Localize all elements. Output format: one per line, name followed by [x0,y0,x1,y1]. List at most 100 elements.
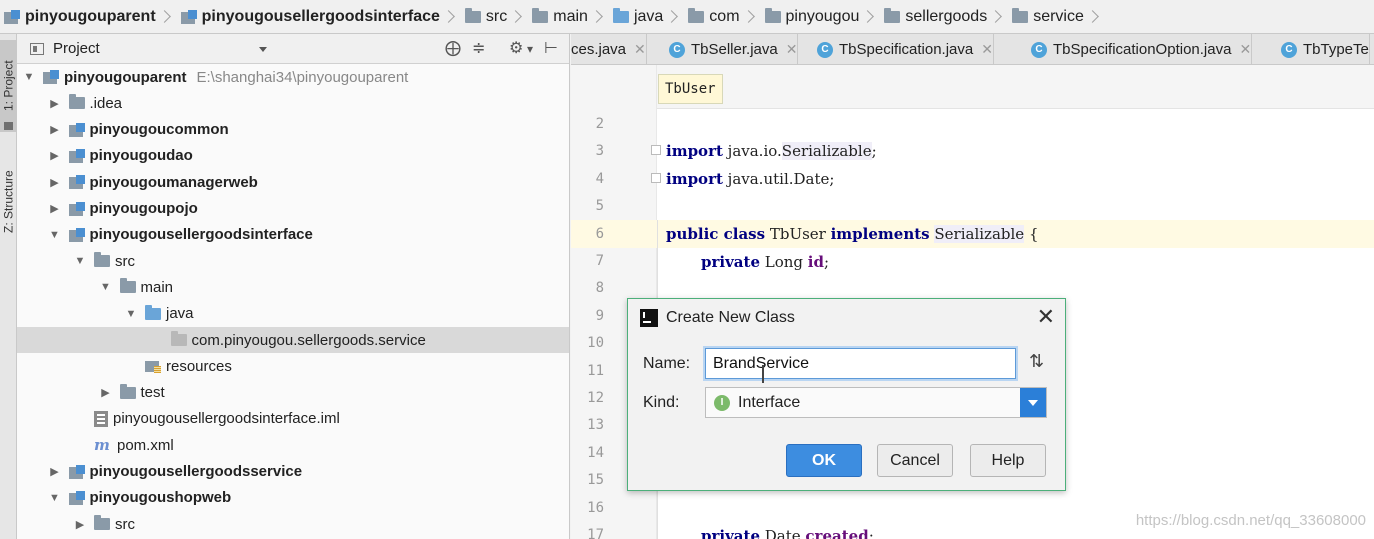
tree-node-label: pinyougousellergoodsservice [89,463,303,480]
chevron-right-icon [741,10,755,23]
tree-node[interactable]: ▼ src [17,248,569,274]
close-tab-icon[interactable]: ✕ [786,41,798,58]
breadcrumb-item[interactable]: java [612,0,688,34]
class-name-input[interactable] [705,348,1016,379]
tree-node[interactable]: ▶ pinyougoumanagerweb [17,169,569,195]
editor-tab-bar: ces.java ✕ C TbSeller.java ✕ C TbSpecification… [571,34,1374,65]
fold-marker-icon[interactable] [651,145,661,155]
close-tab-icon[interactable]: ✕ [981,41,993,58]
expand-down-icon[interactable]: ▼ [49,229,61,241]
gear-icon[interactable]: ⚙ [509,40,523,58]
expand-down-icon[interactable]: ▼ [23,71,35,83]
tree-node[interactable]: ▶ pinyougousellergoodsservice [17,459,569,485]
chevron-down-icon[interactable] [259,47,267,52]
tree-node[interactable]: ▼ pinyougouparent E:\shanghai34\pinyougoup… [17,64,569,90]
structure-tool-tab[interactable]: Z: Structure [0,152,17,252]
collapse-all-icon[interactable]: ≑ [472,40,485,58]
dropdown-arrow-icon[interactable] [1020,388,1046,417]
module-icon [68,201,85,216]
import-path: java.io. [722,142,782,160]
expand-down-icon[interactable]: ▼ [100,281,112,293]
tree-node[interactable]: ▶ pinyougoudao [17,143,569,169]
expand-down-icon[interactable]: ▼ [125,308,137,320]
hide-panel-icon[interactable]: ⊢ [544,40,558,58]
type: Date [760,527,806,539]
iml-file-icon [94,410,108,427]
keyword: private [701,527,760,539]
tree-node-label: java [166,305,194,323]
folder-icon [68,94,85,110]
tree-node-label: pinyougoumanagerweb [89,173,258,191]
expand-right-icon[interactable]: ▶ [74,518,86,531]
class-breadcrumb-chip[interactable]: TbUser [658,74,723,104]
tree-node[interactable]: com.pinyougou.sellergoods.service [17,327,569,353]
tree-node[interactable]: ▶ src [17,511,569,537]
tree-node[interactable]: ▶ test [17,380,569,406]
folder-icon [119,278,136,294]
fold-marker-icon[interactable] [651,173,661,183]
keyword: private [701,253,760,271]
tree-node[interactable]: ▶ .idea [17,90,569,116]
breadcrumb-item[interactable]: pinyougousellergoodsinterface [180,0,465,34]
tree-node[interactable]: m pom.xml [17,432,569,458]
editor-tab[interactable]: C TbSeller.java ✕ [659,34,799,64]
interface-icon: I [714,394,730,411]
breadcrumb-item[interactable]: pinyougouparent [4,0,181,34]
tree-node[interactable]: resources [17,353,569,379]
expand-down-icon[interactable]: ▼ [74,255,86,267]
expand-right-icon[interactable]: ▶ [100,386,112,399]
tree-node[interactable]: ▶ pinyougoupojo [17,196,569,222]
keyword: public class [666,225,766,243]
project-view-selector[interactable]: Project [53,40,100,57]
close-tab-icon[interactable]: ✕ [634,41,646,58]
semicolon: ; [868,527,874,539]
editor-tab[interactable]: C TbSpecification.java ✕ [807,34,994,64]
gear-menu-chevron-icon[interactable]: ▾ [527,40,533,58]
tree-node[interactable]: ▼ pinyougousellergoodsinterface [17,222,569,248]
expand-right-icon[interactable]: ▶ [49,97,61,110]
cancel-button[interactable]: Cancel [877,444,953,477]
line-number: 9 [595,307,604,324]
breadcrumb-item[interactable]: com [688,0,764,34]
breadcrumb-item[interactable]: src [464,0,532,34]
expand-right-icon[interactable]: ▶ [49,465,61,478]
sort-arrows-icon[interactable]: ⇅ [1029,351,1044,372]
locate-target-icon[interactable]: ⨁ [445,40,461,58]
line-number: 5 [595,198,604,215]
expand-right-icon[interactable]: ▶ [49,176,61,189]
tree-node[interactable]: ▼ main [17,274,569,300]
tree-node[interactable]: ▶ pinyougoucommon [17,117,569,143]
project-view-icon [30,42,44,55]
kind-select[interactable]: I Interface [705,387,1047,418]
breadcrumb-item[interactable]: pinyougou [764,0,885,34]
help-button[interactable]: Help [970,444,1046,477]
line-number: 8 [595,280,604,297]
tree-node-label: test [140,384,165,402]
interface-ref: Serializable [934,225,1025,243]
folder-icon [119,383,136,399]
project-tool-tab[interactable]: 1: Project [0,40,17,132]
tree-node[interactable]: ▼ java [17,301,569,327]
expand-right-icon[interactable]: ▶ [49,149,61,162]
tree-node[interactable]: pinyougousellergoodsinterface.iml [17,406,569,432]
project-tree: ▼ pinyougouparent E:\shanghai34\pinyougoup… [17,64,569,539]
expand-right-icon[interactable]: ▶ [49,123,61,136]
module-icon [4,9,20,24]
editor-tab[interactable]: C TbTypeTe [1271,34,1370,64]
ok-button[interactable]: OK [786,444,862,477]
brace: { [1024,225,1039,243]
breadcrumb-item[interactable]: main [532,0,613,34]
editor-tab[interactable]: ces.java ✕ [571,34,647,64]
close-tab-icon[interactable]: ✕ [1239,41,1251,58]
chevron-right-icon [1086,10,1099,23]
tree-node[interactable]: ▼ pinyougoushopweb [17,485,569,511]
module-icon [68,122,85,137]
kind-value: Interface [738,393,801,411]
breadcrumb-item[interactable]: service [1012,0,1109,34]
kind-label: Kind: [643,394,680,411]
expand-right-icon[interactable]: ▶ [49,202,61,215]
expand-down-icon[interactable]: ▼ [49,492,61,504]
close-icon[interactable]: ✕ [1037,305,1055,329]
editor-tab[interactable]: C TbSpecificationOption.java ✕ [1021,34,1253,64]
breadcrumb-item[interactable]: sellergoods [884,0,1012,34]
